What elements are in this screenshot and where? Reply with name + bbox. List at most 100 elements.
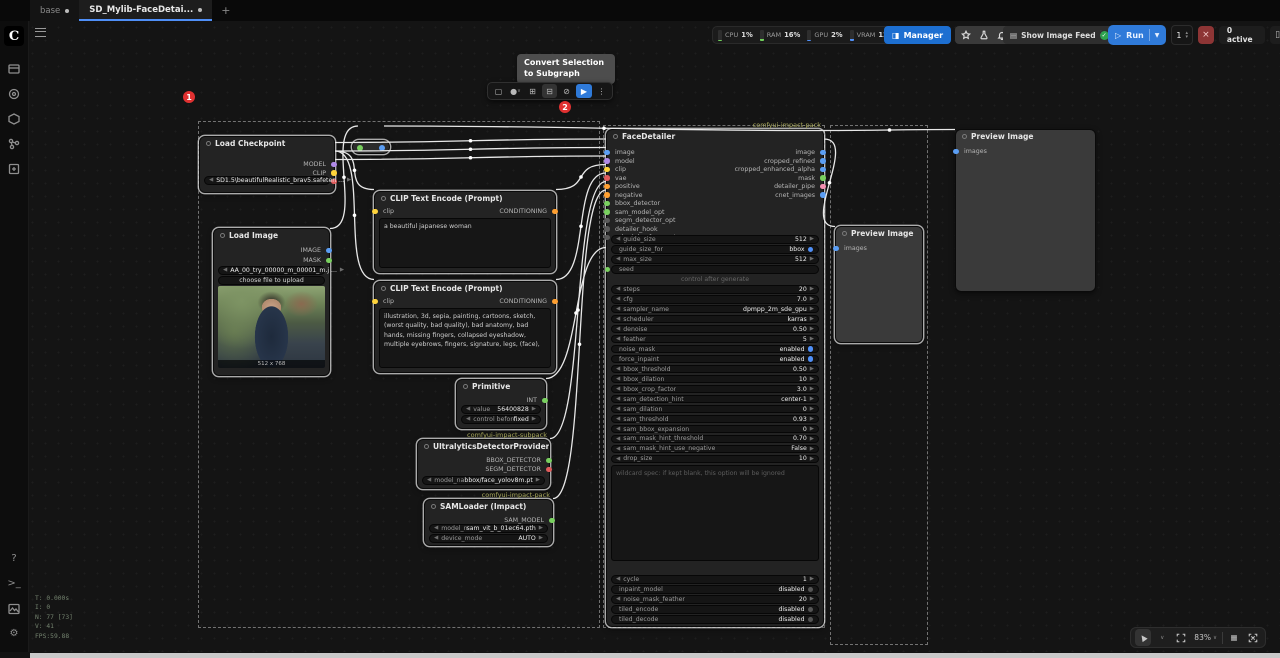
widget-tiled_decode[interactable]: tiled_decodedisabled xyxy=(611,615,819,624)
output-slot-image[interactable]: image xyxy=(795,149,823,156)
text-widget[interactable]: a beautiful japanese woman xyxy=(379,218,551,268)
input-slot-negative[interactable]: negative xyxy=(607,192,643,199)
fit-view-button[interactable] xyxy=(1173,629,1189,646)
widget-bbox_dilation[interactable]: ◀bbox_dilation10▶ xyxy=(611,375,819,384)
widget-sam_bbox_expansion[interactable]: ◀sam_bbox_expansion0▶ xyxy=(611,425,819,434)
output-slot-MASK[interactable]: MASK xyxy=(303,257,329,264)
star-icon[interactable] xyxy=(958,28,974,42)
convert-to-subgraph-icon[interactable]: ⊟ xyxy=(542,84,557,98)
queue-icon[interactable] xyxy=(8,162,21,175)
widget-max_size[interactable]: ◀max_size512▶ xyxy=(611,255,819,264)
node-ce2[interactable]: CLIP Text Encode (Prompt)clipCONDITIONIN… xyxy=(374,281,556,373)
cancel-button[interactable]: × xyxy=(1198,26,1214,44)
node-library-icon[interactable] xyxy=(8,137,21,150)
input-slot-bbox_detector[interactable]: bbox_detector xyxy=(607,200,660,207)
tab-base[interactable]: base xyxy=(30,0,79,21)
widget-scheduler[interactable]: ◀schedulerkarras▶ xyxy=(611,315,819,324)
pointer-tool-dropdown[interactable]: ∨ xyxy=(1154,629,1170,646)
node-ckpt[interactable]: Load CheckpointMODELCLIPVAE◀SD1.5\beauti… xyxy=(199,136,335,193)
toggle-panel-icon[interactable]: ▯ xyxy=(1270,26,1280,44)
terminal-icon[interactable]: >_ xyxy=(8,577,21,590)
graph-canvas[interactable]: Load CheckpointMODELCLIPVAE◀SD1.5\beauti… xyxy=(0,21,1280,652)
input-slot-icon[interactable] xyxy=(357,145,363,151)
output-slot-SAM_MODEL[interactable]: SAM_MODEL xyxy=(504,517,552,524)
batch-count-stepper[interactable]: 1 ▴▾ xyxy=(1171,25,1193,45)
output-slot-SEGM_DETECTOR[interactable]: SEGM_DETECTOR xyxy=(485,466,549,473)
node-pvR[interactable]: Preview Imageimages xyxy=(955,129,1096,292)
collapse-icon[interactable] xyxy=(431,504,436,509)
input-slot-image[interactable]: image xyxy=(607,149,635,156)
widget-tiled_encode[interactable]: tiled_encodedisabled xyxy=(611,605,819,614)
new-tab-button[interactable]: + xyxy=(212,0,239,21)
output-slot-detailer_pipe[interactable]: detailer_pipe xyxy=(774,183,823,190)
widget-guide_size[interactable]: ◀guide_size512▶ xyxy=(611,235,819,244)
widget-guide_size_for[interactable]: guide_size_forbbox xyxy=(611,245,819,254)
widget-combo[interactable]: ◀SD1.5\beautifulRealistic_brav5.safeten … xyxy=(204,176,330,185)
widget-denoise[interactable]: ◀denoise0.50▶ xyxy=(611,325,819,334)
more-options-icon[interactable]: ⋮ xyxy=(594,84,609,98)
node-sam[interactable]: comfyui-impact-packSAMLoader (Impact)SAM… xyxy=(424,499,553,546)
text-widget[interactable]: wildcard spec: if kept blank, this optio… xyxy=(611,465,819,561)
collapse-icon[interactable] xyxy=(463,384,468,389)
widget-seed[interactable]: seed xyxy=(611,265,819,274)
node-pvS[interactable]: Preview Imageimages xyxy=(835,226,923,343)
output-slot-INT[interactable]: INT xyxy=(527,397,545,404)
comfyui-logo[interactable]: C xyxy=(4,26,24,46)
widget-cfg[interactable]: ◀cfg7.0▶ xyxy=(611,295,819,304)
collapse-icon[interactable] xyxy=(842,231,847,236)
color-picker-icon[interactable]: ●∨ xyxy=(508,84,523,98)
widget-cycle[interactable]: ◀cycle1▶ xyxy=(611,575,819,584)
delete-icon[interactable]: ▢ xyxy=(491,84,506,98)
collapse-icon[interactable] xyxy=(381,196,386,201)
widget-bbox_threshold[interactable]: ◀bbox_threshold0.50▶ xyxy=(611,365,819,374)
manager-button[interactable]: ◨ Manager xyxy=(884,26,951,44)
input-slot-sam_model_opt[interactable]: sam_model_opt xyxy=(607,209,665,216)
widget-model_name[interactable]: ◀model_namebbox/face_yolov8m.pt▶ xyxy=(422,476,545,485)
text-widget[interactable]: illustration, 3d, sepia, painting, carto… xyxy=(379,308,551,368)
widget-combo[interactable]: ◀AA_00_try_00000_m_00001_m.j ...▶ xyxy=(218,266,325,275)
node-fd[interactable]: comfyui-impact-packFaceDetailerimagemode… xyxy=(606,129,824,627)
widget-bbox_crop_factor[interactable]: ◀bbox_crop_factor3.0▶ xyxy=(611,385,819,394)
widget-inpaint_model[interactable]: inpaint_modeldisabled xyxy=(611,585,819,594)
input-slot-clip[interactable]: clip xyxy=(375,298,394,305)
widget-sam_mask_hint_use_negative[interactable]: ◀sam_mask_hint_use_negativeFalse▶ xyxy=(611,445,819,454)
output-slot-BBOX_DETECTOR[interactable]: BBOX_DETECTOR xyxy=(486,457,549,464)
upload-button[interactable]: choose file to upload xyxy=(218,276,325,285)
output-slot-cnet_images[interactable]: cnet_images xyxy=(775,192,823,199)
menu-icon[interactable] xyxy=(35,28,46,37)
help-icon[interactable]: ? xyxy=(8,552,21,565)
output-slot-CONDITIONING[interactable]: CONDITIONING xyxy=(499,208,555,215)
models-icon[interactable] xyxy=(8,112,21,125)
input-slot-images[interactable]: images xyxy=(956,148,987,155)
node-ce1[interactable]: CLIP Text Encode (Prompt)clipCONDITIONIN… xyxy=(374,191,556,273)
widget-device_mode[interactable]: ◀device_modeAUTO▶ xyxy=(429,534,548,543)
node-udp[interactable]: comfyui-impact-subpackUltralyticsDetecto… xyxy=(417,439,550,489)
gallery-icon[interactable] xyxy=(8,602,21,615)
output-slot-IMAGE[interactable]: IMAGE xyxy=(301,247,329,254)
input-slot-model[interactable]: model xyxy=(607,158,635,165)
fullscreen-button[interactable] xyxy=(1245,629,1261,646)
media-icon[interactable] xyxy=(8,87,21,100)
collapse-icon[interactable] xyxy=(206,141,211,146)
input-slot-clip[interactable]: clip xyxy=(607,166,626,173)
input-slot-clip[interactable]: clip xyxy=(375,208,394,215)
execute-icon[interactable]: ▶ xyxy=(576,84,592,98)
flask-icon[interactable] xyxy=(976,28,992,42)
widget-steps[interactable]: ◀steps20▶ xyxy=(611,285,819,294)
node-pill[interactable] xyxy=(352,140,390,154)
widget-sam_dilation[interactable]: ◀sam_dilation0▶ xyxy=(611,405,819,414)
widget-sampler_name[interactable]: ◀sampler_namedpmpp_2m_sde_gpu▶ xyxy=(611,305,819,314)
widget-control before[interactable]: ◀control beforefixed▶ xyxy=(461,415,541,424)
widget-sam_mask_hint_threshold[interactable]: ◀sam_mask_hint_threshold0.70▶ xyxy=(611,435,819,444)
collapse-icon[interactable] xyxy=(962,134,967,139)
collapse-icon[interactable] xyxy=(381,286,386,291)
collapse-icon[interactable] xyxy=(220,233,225,238)
widget-force_inpaint[interactable]: force_inpaintenabled xyxy=(611,355,819,364)
widget-drop_size[interactable]: ◀drop_size10▶ xyxy=(611,455,819,464)
output-slot-cropped_enhanced_alpha[interactable]: cropped_enhanced_alpha xyxy=(735,166,823,173)
minimap-button[interactable]: ▦ xyxy=(1226,629,1242,646)
output-slot-icon[interactable] xyxy=(379,145,385,151)
widget-feather[interactable]: ◀feather5▶ xyxy=(611,335,819,344)
bypass-icon[interactable]: ⊘ xyxy=(559,84,574,98)
zoom-level-dropdown[interactable]: 83%∨ xyxy=(1192,629,1219,646)
